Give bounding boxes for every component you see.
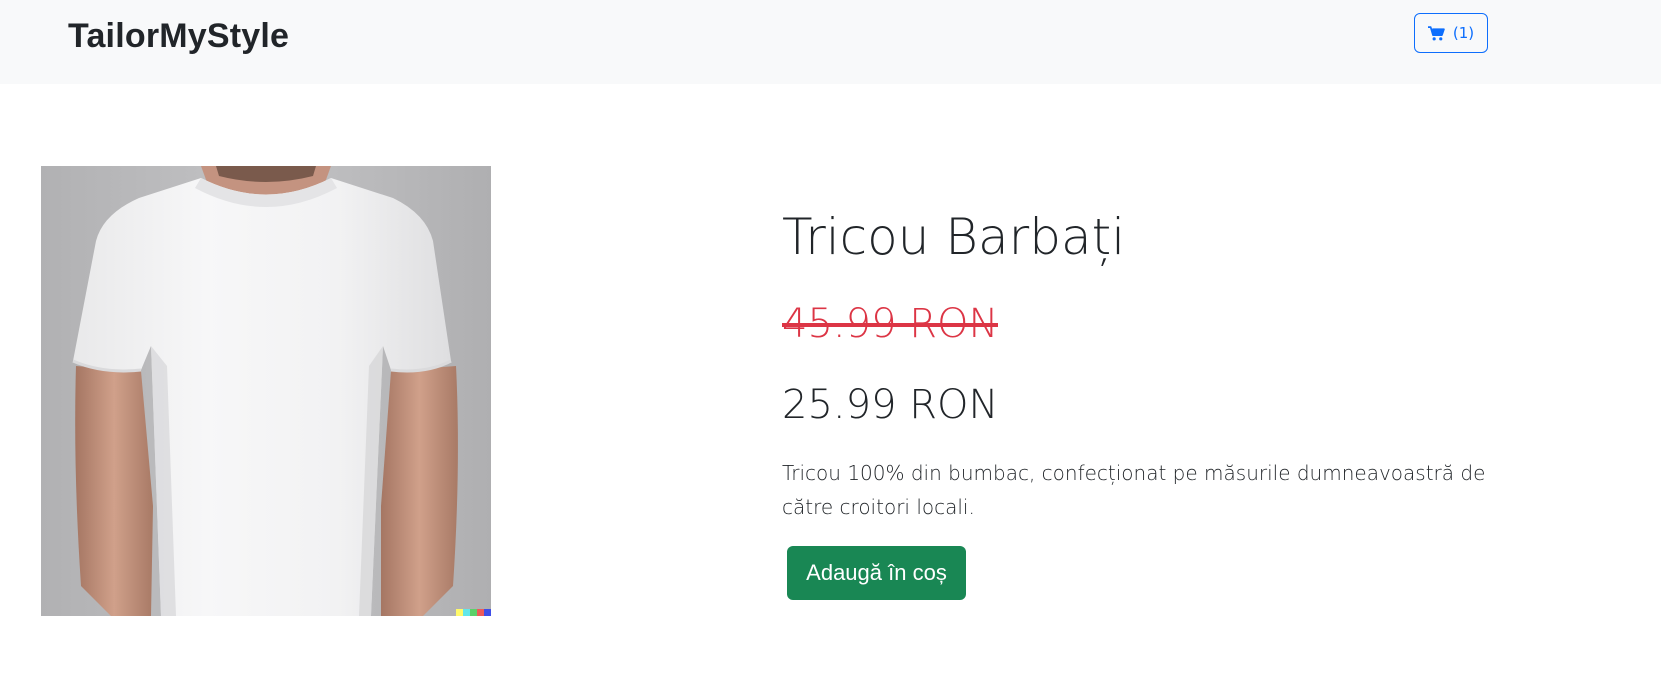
product-description: Tricou 100% din bumbac, confecționat pe …: [782, 461, 1486, 519]
product-image: [41, 166, 491, 616]
watermark: [456, 609, 491, 616]
product-title: Tricou Barbați: [782, 208, 1126, 266]
brand-logo[interactable]: TailorMyStyle: [68, 16, 289, 56]
add-to-cart-button[interactable]: Adaugă în coș: [787, 546, 966, 600]
cart-icon: [1427, 25, 1445, 41]
navbar: TailorMyStyle (1): [0, 0, 1661, 84]
old-price: 45.99 RON: [782, 294, 999, 354]
sale-price: 25.99 RON: [782, 382, 999, 428]
cart-count: (1): [1452, 24, 1475, 42]
cart-button[interactable]: (1): [1414, 13, 1488, 53]
strikethrough-line: [782, 323, 999, 327]
